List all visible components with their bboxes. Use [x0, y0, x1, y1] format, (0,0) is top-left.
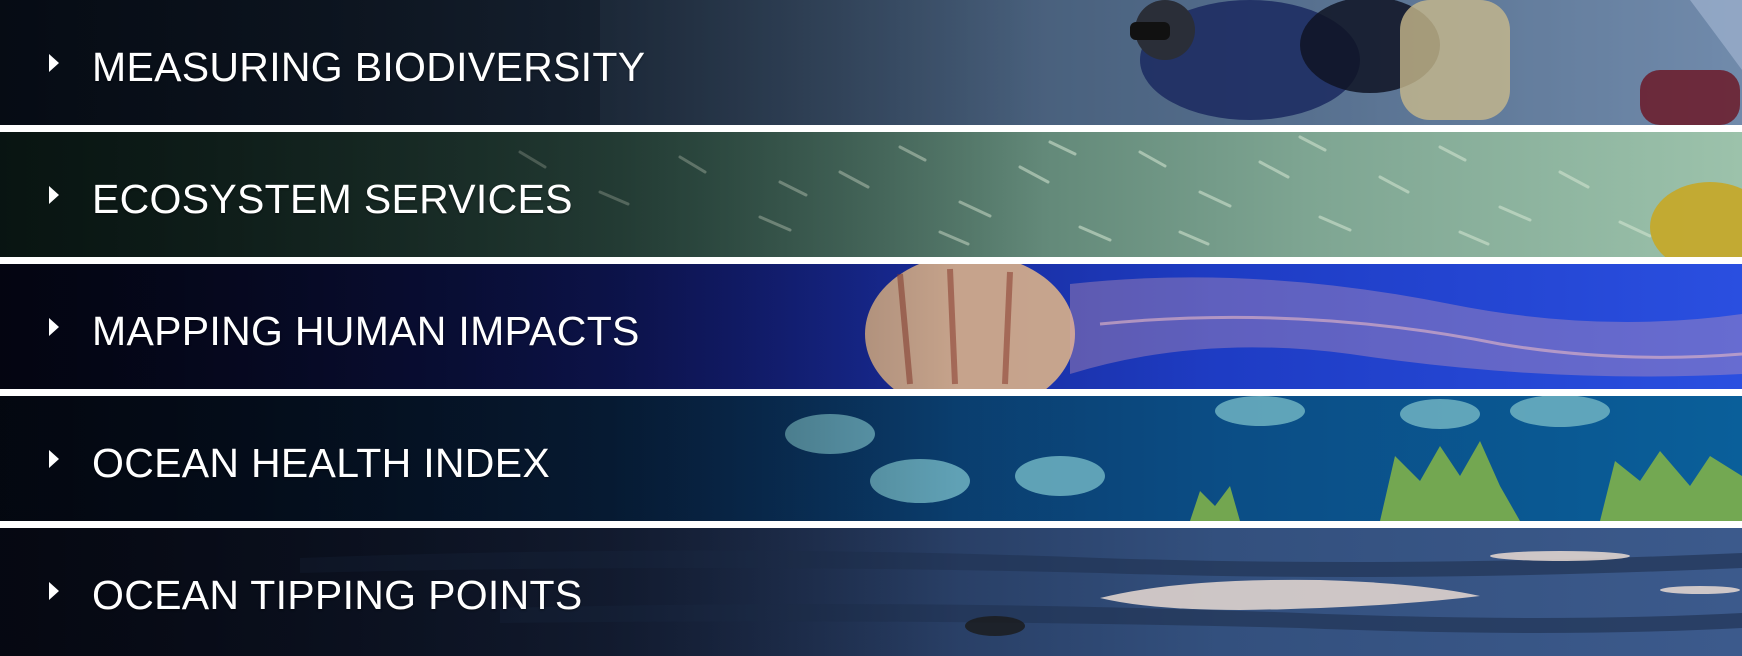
- expand-caret-icon: [49, 582, 59, 600]
- banner-title: OCEAN HEALTH INDEX: [92, 440, 551, 486]
- banner-measuring-biodiversity[interactable]: MEASURING BIODIVERSITY: [0, 0, 1742, 125]
- banner-ocean-health-index[interactable]: OCEAN HEALTH INDEX: [0, 396, 1742, 521]
- section-banner-list: MEASURING BIODIVERSITY ECOSYSTEM SERVICE…: [0, 0, 1742, 656]
- banner-ocean-tipping-points[interactable]: OCEAN TIPPING POINTS: [0, 528, 1742, 656]
- banner-title: MAPPING HUMAN IMPACTS: [92, 308, 640, 354]
- expand-caret-icon: [49, 54, 59, 72]
- expand-caret-icon: [49, 318, 59, 336]
- banner-mapping-human-impacts[interactable]: MAPPING HUMAN IMPACTS: [0, 264, 1742, 389]
- banner-title: OCEAN TIPPING POINTS: [92, 572, 583, 618]
- banner-title: MEASURING BIODIVERSITY: [92, 44, 646, 90]
- expand-caret-icon: [49, 186, 59, 204]
- expand-caret-icon: [49, 450, 59, 468]
- banner-ecosystem-services[interactable]: ECOSYSTEM SERVICES: [0, 132, 1742, 257]
- banner-title: ECOSYSTEM SERVICES: [92, 176, 573, 222]
